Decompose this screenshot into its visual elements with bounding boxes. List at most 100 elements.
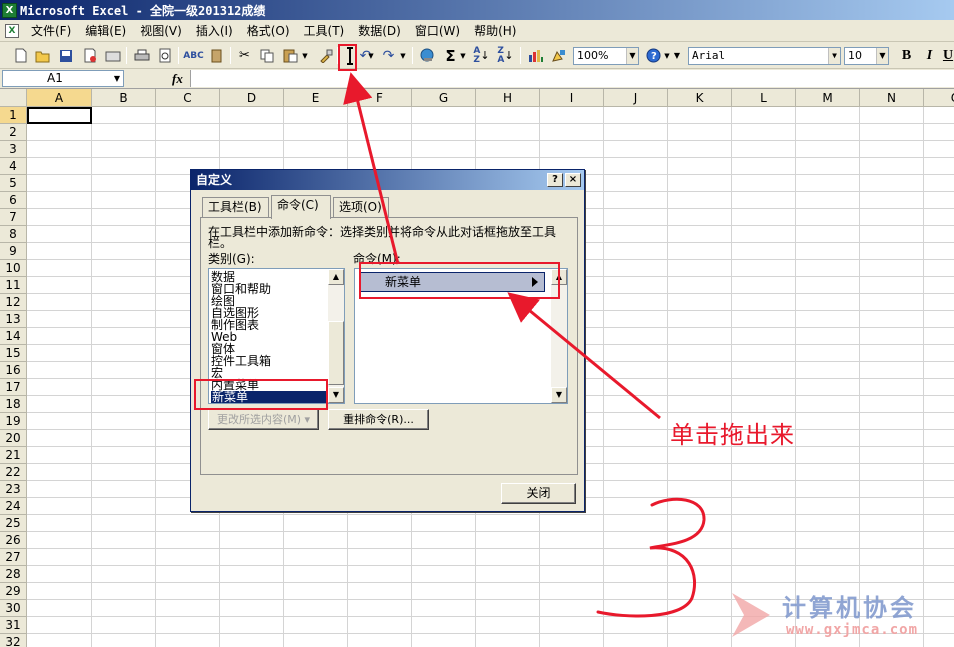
drawing-icon[interactable] — [549, 46, 568, 65]
column-header-b[interactable]: B — [92, 89, 156, 107]
column-header-f[interactable]: F — [348, 89, 412, 107]
font-size-select[interactable]: 10 ▼ — [844, 47, 889, 65]
help-dropdown-icon[interactable]: ▼ — [662, 46, 672, 65]
menu-edit[interactable]: 编辑(E) — [78, 21, 133, 41]
row-header-7[interactable]: 7 — [0, 209, 27, 226]
menu-view[interactable]: 视图(V) — [133, 21, 189, 41]
row-header-11[interactable]: 11 — [0, 277, 27, 294]
menu-help[interactable]: 帮助(H) — [467, 21, 523, 41]
email-icon[interactable] — [103, 46, 122, 65]
column-header-k[interactable]: K — [668, 89, 732, 107]
hyperlink-icon[interactable] — [418, 46, 437, 65]
insert-function-icon[interactable]: fx — [172, 71, 183, 87]
row-header-3[interactable]: 3 — [0, 141, 27, 158]
tab-commands[interactable]: 命令(C) — [271, 195, 331, 219]
row-header-10[interactable]: 10 — [0, 260, 27, 277]
dialog-help-button[interactable]: ? — [547, 173, 563, 187]
autosum-dropdown-icon[interactable]: ▼ — [458, 46, 468, 65]
tab-options[interactable]: 选项(O) — [333, 197, 389, 218]
row-header-4[interactable]: 4 — [0, 158, 27, 175]
spelling-icon[interactable]: ABC — [183, 46, 203, 65]
categories-scrollbar[interactable]: ▲ ▼ — [328, 269, 344, 403]
row-header-23[interactable]: 23 — [0, 481, 27, 498]
row-header-13[interactable]: 13 — [0, 311, 27, 328]
format-painter-icon[interactable] — [316, 46, 335, 65]
column-header-o[interactable]: O — [924, 89, 954, 107]
column-header-c[interactable]: C — [156, 89, 220, 107]
row-header-31[interactable]: 31 — [0, 617, 27, 634]
menu-window[interactable]: 窗口(W) — [408, 21, 467, 41]
dialog-close-button[interactable]: × — [565, 173, 581, 187]
row-header-29[interactable]: 29 — [0, 583, 27, 600]
italic-button[interactable]: I — [920, 46, 939, 65]
column-header-h[interactable]: H — [476, 89, 540, 107]
row-header-16[interactable]: 16 — [0, 362, 27, 379]
row-header-19[interactable]: 19 — [0, 413, 27, 430]
row-header-28[interactable]: 28 — [0, 566, 27, 583]
sort-ascending-icon[interactable]: A Z ↓ — [472, 46, 491, 65]
underline-button[interactable]: U — [942, 46, 954, 65]
undo-dropdown-icon[interactable]: ▼ — [366, 46, 376, 65]
row-header-22[interactable]: 22 — [0, 464, 27, 481]
row-header-24[interactable]: 24 — [0, 498, 27, 515]
row-header-14[interactable]: 14 — [0, 328, 27, 345]
column-header-l[interactable]: L — [732, 89, 796, 107]
menu-format[interactable]: 格式(O) — [240, 21, 297, 41]
row-header-30[interactable]: 30 — [0, 600, 27, 617]
row-header-20[interactable]: 20 — [0, 430, 27, 447]
row-header-6[interactable]: 6 — [0, 192, 27, 209]
scroll-down-icon[interactable]: ▼ — [328, 387, 344, 403]
copy-icon[interactable] — [258, 46, 277, 65]
redo-icon[interactable]: ↷ — [379, 46, 398, 65]
paste-icon[interactable] — [281, 46, 300, 65]
rearrange-commands-button[interactable]: 重排命令(R)... — [328, 409, 429, 430]
new-icon[interactable] — [11, 46, 30, 65]
menu-insert[interactable]: 插入(I) — [189, 21, 240, 41]
paste-dropdown-icon[interactable]: ▼ — [300, 46, 310, 65]
active-cell[interactable] — [27, 107, 92, 124]
column-header-n[interactable]: N — [860, 89, 924, 107]
row-header-8[interactable]: 8 — [0, 226, 27, 243]
menu-tools[interactable]: 工具(T) — [297, 21, 352, 41]
row-header-2[interactable]: 2 — [0, 124, 27, 141]
row-header-12[interactable]: 12 — [0, 294, 27, 311]
column-header-j[interactable]: J — [604, 89, 668, 107]
scroll-down-icon[interactable]: ▼ — [551, 387, 567, 403]
modify-selection-button[interactable]: 更改所选内容(M) ▾ — [208, 409, 319, 430]
row-header-27[interactable]: 27 — [0, 549, 27, 566]
scroll-up-icon[interactable]: ▲ — [328, 269, 344, 285]
row-header-15[interactable]: 15 — [0, 345, 27, 362]
column-header-e[interactable]: E — [284, 89, 348, 107]
row-header-1[interactable]: 1 — [0, 107, 27, 124]
print-preview-icon[interactable] — [155, 46, 174, 65]
row-header-26[interactable]: 26 — [0, 532, 27, 549]
zoom-select[interactable]: 100% ▼ — [573, 47, 639, 65]
permission-icon[interactable] — [80, 46, 99, 65]
row-header-25[interactable]: 25 — [0, 515, 27, 532]
name-box[interactable]: A1 ▼ — [2, 70, 124, 87]
tab-toolbars[interactable]: 工具栏(B) — [202, 197, 269, 218]
row-header-18[interactable]: 18 — [0, 396, 27, 413]
menu-data[interactable]: 数据(D) — [351, 21, 408, 41]
column-header-i[interactable]: I — [540, 89, 604, 107]
research-icon[interactable] — [207, 46, 226, 65]
help-icon[interactable]: ? — [644, 46, 663, 65]
row-header-17[interactable]: 17 — [0, 379, 27, 396]
font-name-select[interactable]: Arial ▼ — [688, 47, 841, 65]
toolbar-options-icon[interactable]: ▼ — [672, 46, 682, 65]
select-all-corner[interactable] — [0, 89, 27, 107]
row-header-5[interactable]: 5 — [0, 175, 27, 192]
sort-descending-icon[interactable]: Z A ↓ — [496, 46, 515, 65]
workbook-icon[interactable]: X — [0, 21, 24, 41]
column-header-a[interactable]: A — [27, 89, 92, 107]
row-header-9[interactable]: 9 — [0, 243, 27, 260]
column-header-d[interactable]: D — [220, 89, 284, 107]
column-header-g[interactable]: G — [412, 89, 476, 107]
print-icon[interactable] — [132, 46, 151, 65]
save-icon[interactable] — [56, 46, 75, 65]
cut-icon[interactable]: ✂ — [235, 46, 254, 65]
menu-file[interactable]: 文件(F) — [24, 21, 78, 41]
column-header-m[interactable]: M — [796, 89, 860, 107]
redo-dropdown-icon[interactable]: ▼ — [398, 46, 408, 65]
open-icon[interactable] — [33, 46, 52, 65]
